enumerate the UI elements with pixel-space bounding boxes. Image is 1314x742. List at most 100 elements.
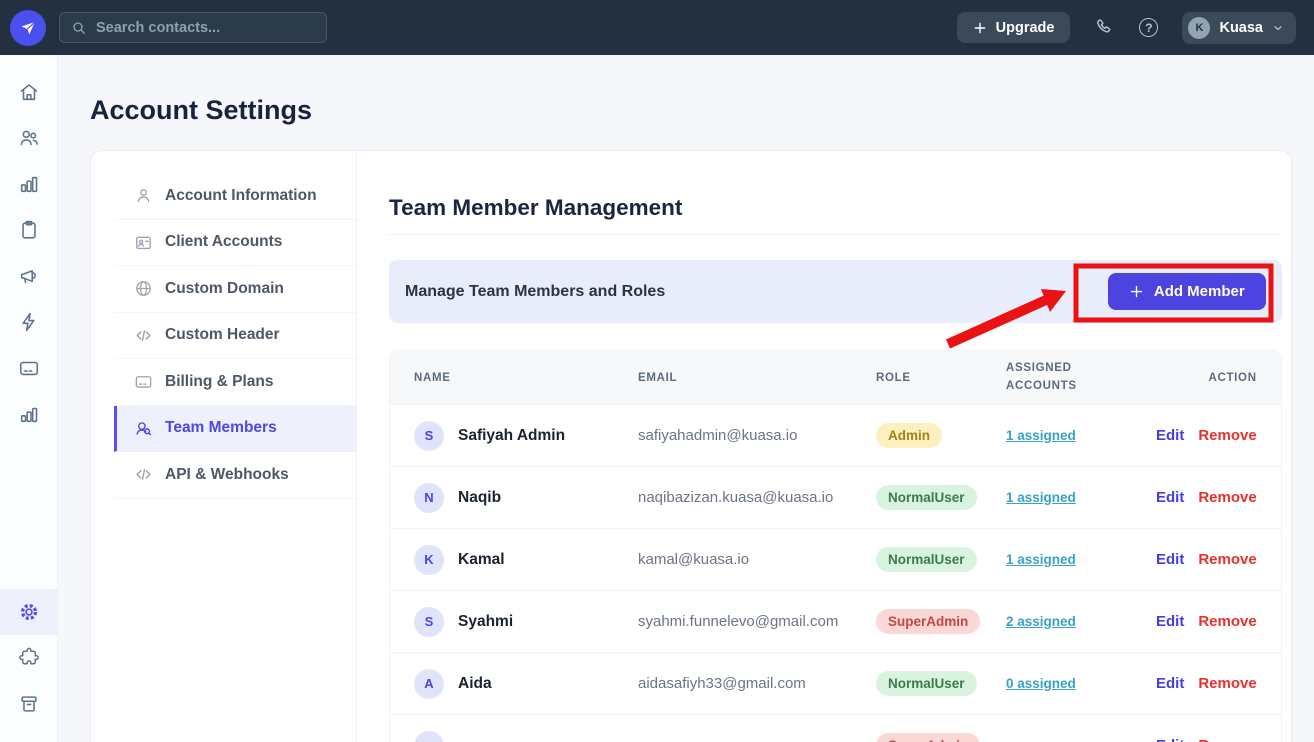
column-role: ROLE — [876, 372, 1006, 384]
nav-label: Account Information — [165, 187, 317, 205]
avatar: K — [414, 545, 444, 575]
nav-label: Billing & Plans — [165, 373, 274, 391]
member-email: syahmi.funnelevo@gmail.com — [638, 613, 876, 630]
edit-link[interactable]: Edit — [1156, 427, 1184, 444]
member-email: kamal@kuasa.io — [638, 551, 876, 568]
member-email: safiyahadmin@kuasa.io — [638, 427, 876, 444]
edit-link[interactable]: Edit — [1156, 737, 1184, 742]
remove-link[interactable]: Remove — [1198, 427, 1256, 444]
remove-link[interactable]: Remove — [1198, 737, 1256, 742]
bolt-icon[interactable] — [0, 299, 57, 345]
role-badge: NormalUser — [876, 671, 977, 696]
team-icon — [134, 419, 153, 438]
member-name: Aida — [458, 675, 492, 693]
avatar: A — [414, 669, 444, 699]
assigned-accounts-link[interactable]: 0 assigned — [1006, 676, 1076, 691]
megaphone-icon[interactable] — [0, 253, 57, 299]
table-header: NAME EMAIL ROLE ASSIGNED ACCOUNTS ACTION — [390, 351, 1281, 404]
role-badge: NormalUser — [876, 547, 977, 572]
assigned-accounts-link[interactable]: 1 assigned — [1006, 490, 1076, 505]
contacts-icon[interactable] — [0, 115, 57, 161]
remove-link[interactable]: Remove — [1198, 489, 1256, 506]
table-row: SuperAdmin Edit Remove — [390, 714, 1281, 742]
table-row: S Safiyah Admin safiyahadmin@kuasa.io Ad… — [390, 404, 1281, 466]
role-badge: SuperAdmin — [876, 609, 980, 634]
add-member-button[interactable]: Add Member — [1108, 273, 1266, 310]
user-menu[interactable]: K Kuasa — [1182, 12, 1296, 44]
nav-item-api-webhooks[interactable]: API & Webhooks — [114, 452, 356, 499]
remove-link[interactable]: Remove — [1198, 551, 1256, 568]
person-icon — [134, 186, 153, 205]
puzzle-icon[interactable] — [0, 635, 57, 681]
credit-card-icon[interactable] — [0, 345, 57, 391]
globe-icon — [134, 279, 153, 298]
remove-link[interactable]: Remove — [1198, 613, 1256, 630]
member-name: Naqib — [458, 489, 501, 507]
analytics-icon[interactable] — [0, 391, 57, 437]
clipboard-icon[interactable] — [0, 207, 57, 253]
edit-link[interactable]: Edit — [1156, 551, 1184, 568]
chevron-down-icon — [1272, 22, 1284, 34]
archive-icon[interactable] — [0, 681, 57, 727]
nav-item-account-information[interactable]: Account Information — [114, 173, 356, 220]
nav-label: Client Accounts — [165, 233, 282, 251]
bar-chart-icon[interactable] — [0, 161, 57, 207]
settings-card: Account Information Client Accounts Cust… — [90, 150, 1292, 742]
topbar: Upgrade K Kuasa — [0, 0, 1314, 55]
nav-item-team-members[interactable]: Team Members — [114, 406, 356, 453]
main-area: Account Settings Account Information Cli… — [58, 55, 1314, 742]
paper-plane-icon — [19, 19, 37, 37]
role-badge: NormalUser — [876, 485, 977, 510]
nav-item-client-accounts[interactable]: Client Accounts — [114, 220, 356, 267]
table-row: A Aida aidasafiyh33@gmail.com NormalUser… — [390, 652, 1281, 714]
app-logo[interactable] — [10, 10, 46, 46]
user-name: Kuasa — [1219, 20, 1263, 36]
plus-icon — [1129, 284, 1144, 299]
assigned-accounts-link[interactable]: 1 assigned — [1006, 428, 1076, 443]
search-input[interactable] — [96, 20, 315, 36]
edit-link[interactable]: Edit — [1156, 675, 1184, 692]
member-email: naqibazizan.kuasa@kuasa.io — [638, 489, 876, 506]
home-icon[interactable] — [0, 69, 57, 115]
banner-text: Manage Team Members and Roles — [405, 283, 665, 301]
avatar — [414, 731, 444, 742]
nav-label: Team Members — [165, 419, 277, 437]
nav-label: Custom Header — [165, 326, 280, 344]
phone-icon[interactable] — [1094, 17, 1115, 38]
table-row: S Syahmi syahmi.funnelevo@gmail.com Supe… — [390, 590, 1281, 652]
team-members-table: NAME EMAIL ROLE ASSIGNED ACCOUNTS ACTION… — [389, 350, 1282, 742]
member-name: Syahmi — [458, 613, 513, 631]
upgrade-button[interactable]: Upgrade — [957, 12, 1071, 43]
assigned-accounts-link[interactable]: 1 assigned — [1006, 552, 1076, 567]
manage-banner: Manage Team Members and Roles Add Member — [389, 260, 1282, 323]
nav-label: Custom Domain — [165, 280, 284, 298]
table-row: K Kamal kamal@kuasa.io NormalUser 1 assi… — [390, 528, 1281, 590]
nav-label: API & Webhooks — [165, 466, 289, 484]
member-email: aidasafiyh33@gmail.com — [638, 675, 876, 692]
search-box[interactable] — [59, 12, 327, 43]
add-member-label: Add Member — [1154, 283, 1245, 300]
nav-item-custom-domain[interactable]: Custom Domain — [114, 266, 356, 313]
gear-icon[interactable] — [0, 589, 57, 635]
avatar: S — [414, 421, 444, 451]
nav-item-billing-plans[interactable]: Billing & Plans — [114, 359, 356, 406]
column-email: EMAIL — [638, 372, 876, 384]
role-badge: Admin — [876, 423, 942, 448]
edit-link[interactable]: Edit — [1156, 613, 1184, 630]
nav-item-custom-header[interactable]: Custom Header — [114, 313, 356, 360]
column-action: ACTION — [1156, 372, 1257, 384]
column-name: NAME — [414, 372, 638, 384]
upgrade-label: Upgrade — [996, 20, 1055, 36]
plus-icon — [973, 21, 987, 35]
remove-link[interactable]: Remove — [1198, 675, 1256, 692]
settings-nav: Account Information Client Accounts Cust… — [91, 151, 357, 742]
help-icon[interactable] — [1139, 18, 1158, 37]
edit-link[interactable]: Edit — [1156, 489, 1184, 506]
user-avatar: K — [1188, 17, 1210, 39]
section-heading: Team Member Management — [389, 195, 1282, 221]
column-assigned-accounts: ASSIGNED ACCOUNTS — [1006, 360, 1156, 395]
search-icon — [71, 20, 87, 36]
left-rail — [0, 55, 58, 742]
assigned-accounts-link[interactable]: 2 assigned — [1006, 614, 1076, 629]
page-title: Account Settings — [90, 95, 312, 126]
